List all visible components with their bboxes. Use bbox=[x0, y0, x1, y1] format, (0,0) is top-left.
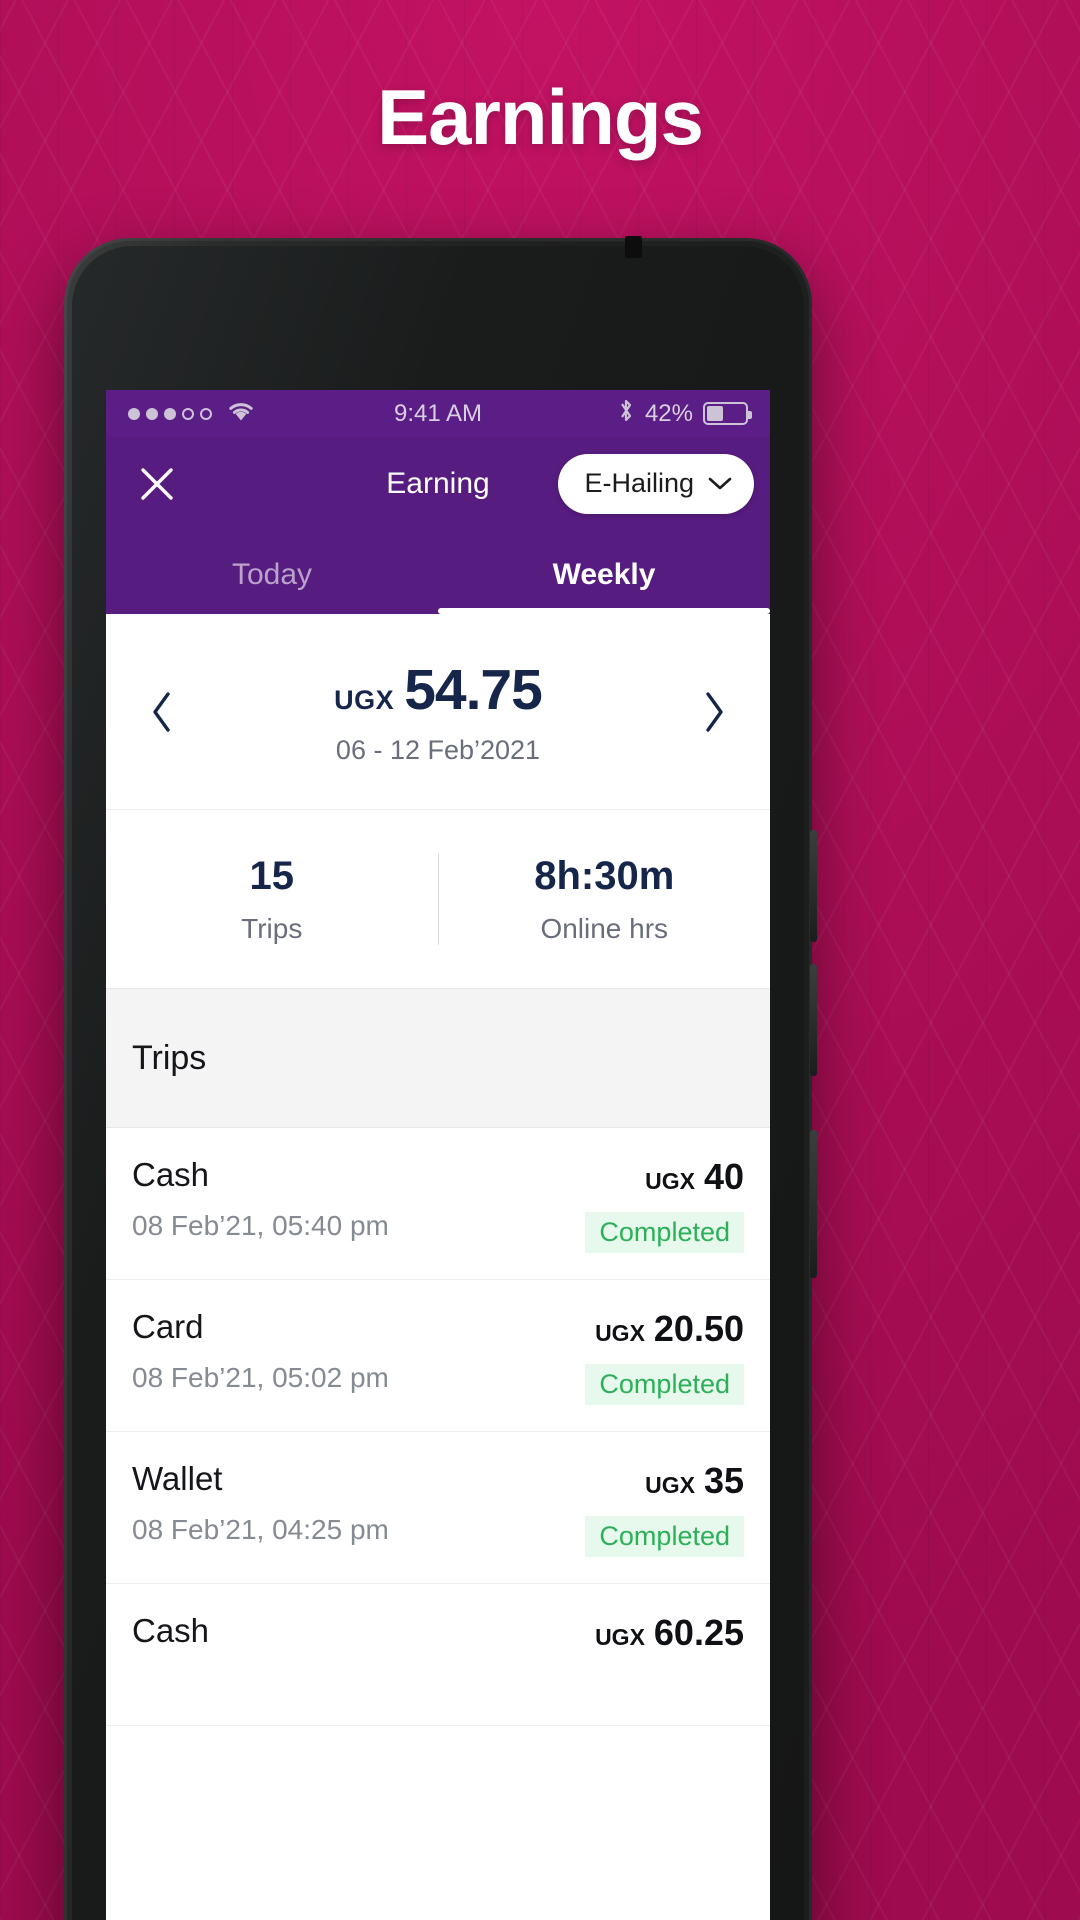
page-title: Earnings bbox=[377, 73, 704, 161]
trip-amount-line: UGX 20.50 bbox=[595, 1308, 744, 1350]
table-row[interactable]: Cash UGX 60.25 bbox=[106, 1584, 770, 1726]
trips-list: Cash 08 Feb’21, 05:40 pm UGX 40 Complete… bbox=[106, 1128, 770, 1726]
status-badge: Completed bbox=[585, 1516, 744, 1557]
trip-method: Card bbox=[132, 1308, 204, 1345]
tab-today-label: Today bbox=[231, 558, 313, 591]
trip-datetime: 08 Feb’21, 05:40 pm bbox=[132, 1210, 389, 1241]
trip-left: Card 08 Feb’21, 05:02 pm bbox=[132, 1308, 389, 1394]
earnings-summary: UGX 54.75 06 - 12 Feb’2021 bbox=[106, 614, 770, 810]
earnings-amount-line: UGX 54.75 bbox=[190, 657, 686, 723]
phone-device: 9:41 AM 42% Earning E-Hailing Today Week… bbox=[64, 236, 817, 1920]
status-bar: 9:41 AM 42% bbox=[106, 390, 770, 437]
earnings-date-range: 06 - 12 Feb’2021 bbox=[335, 735, 541, 765]
phone-screen: 9:41 AM 42% Earning E-Hailing Today Week… bbox=[106, 390, 770, 1920]
signal-dots-icon bbox=[128, 407, 212, 420]
table-row[interactable]: Wallet 08 Feb’21, 04:25 pm UGX 35 Comple… bbox=[106, 1432, 770, 1584]
earnings-amount: 54.75 bbox=[404, 658, 543, 722]
status-right-group: 42% bbox=[617, 397, 752, 430]
stat-trips: 15 Trips bbox=[106, 854, 438, 945]
tab-bar: Today Weekly bbox=[106, 530, 770, 614]
trip-currency: UGX bbox=[595, 1624, 645, 1650]
close-button[interactable] bbox=[130, 457, 184, 511]
trip-datetime: 08 Feb’21, 05:02 pm bbox=[132, 1362, 389, 1393]
tab-weekly-label: Weekly bbox=[552, 558, 656, 591]
stat-online-hours-value: 8h:30m bbox=[534, 853, 675, 898]
trip-amount-line: UGX 60.25 bbox=[595, 1612, 744, 1654]
stat-online-hours: 8h:30m Online hrs bbox=[439, 854, 771, 945]
app-bar: Earning E-Hailing bbox=[106, 437, 770, 530]
trip-amount: 40 bbox=[703, 1156, 744, 1197]
status-badge: Completed bbox=[585, 1364, 744, 1405]
previous-period-button[interactable] bbox=[134, 684, 190, 740]
trip-method: Wallet bbox=[132, 1460, 223, 1497]
trip-amount: 20.50 bbox=[653, 1308, 744, 1349]
wifi-icon bbox=[226, 399, 256, 428]
trip-currency: UGX bbox=[645, 1168, 695, 1194]
trip-method: Cash bbox=[132, 1156, 210, 1193]
trips-section-header: Trips bbox=[106, 988, 770, 1128]
service-selector-button[interactable]: E-Hailing bbox=[558, 453, 754, 514]
trip-amount-line: UGX 35 bbox=[645, 1460, 744, 1502]
trip-currency: UGX bbox=[645, 1472, 695, 1498]
stat-trips-label: Trips bbox=[241, 912, 303, 944]
trip-currency: UGX bbox=[595, 1320, 645, 1346]
trip-amount: 35 bbox=[703, 1460, 744, 1501]
stat-trips-value: 15 bbox=[249, 853, 295, 898]
volume-down-button[interactable] bbox=[810, 964, 817, 1076]
trip-amount: 60.25 bbox=[653, 1612, 744, 1653]
table-row[interactable]: Cash 08 Feb’21, 05:40 pm UGX 40 Complete… bbox=[106, 1128, 770, 1280]
trip-right: UGX 35 Completed bbox=[585, 1460, 744, 1557]
battery-percent-label: 42% bbox=[644, 399, 693, 427]
trip-method: Cash bbox=[132, 1612, 210, 1649]
trip-amount-line: UGX 40 bbox=[645, 1156, 744, 1198]
chevron-left-icon bbox=[153, 691, 170, 732]
tab-today[interactable]: Today bbox=[106, 530, 438, 614]
chevron-down-icon bbox=[708, 477, 732, 490]
earnings-center: UGX 54.75 06 - 12 Feb’2021 bbox=[190, 657, 686, 766]
tab-weekly[interactable]: Weekly bbox=[438, 530, 770, 614]
table-row[interactable]: Card 08 Feb’21, 05:02 pm UGX 20.50 Compl… bbox=[106, 1280, 770, 1432]
stat-online-hours-label: Online hrs bbox=[540, 912, 669, 944]
next-period-button[interactable] bbox=[686, 684, 742, 740]
trip-left: Wallet 08 Feb’21, 04:25 pm bbox=[132, 1460, 389, 1546]
trip-datetime: 08 Feb’21, 04:25 pm bbox=[132, 1514, 389, 1545]
stats-row: 15 Trips 8h:30m Online hrs bbox=[106, 810, 770, 988]
earnings-currency: UGX bbox=[334, 685, 395, 715]
close-icon bbox=[141, 467, 173, 500]
trip-right: UGX 60.25 bbox=[595, 1612, 744, 1654]
trip-right: UGX 40 Completed bbox=[585, 1156, 744, 1253]
status-badge: Completed bbox=[585, 1212, 744, 1253]
battery-icon bbox=[703, 402, 752, 425]
power-button[interactable] bbox=[810, 1130, 817, 1278]
trip-left: Cash bbox=[132, 1612, 209, 1650]
service-selector-label: E-Hailing bbox=[584, 468, 694, 498]
trips-section-title: Trips bbox=[132, 1038, 207, 1077]
tab-active-indicator bbox=[438, 608, 770, 614]
volume-up-button[interactable] bbox=[810, 830, 817, 942]
antenna-line bbox=[625, 236, 642, 258]
chevron-right-icon bbox=[706, 691, 723, 732]
trip-left: Cash 08 Feb’21, 05:40 pm bbox=[132, 1156, 389, 1242]
trip-right: UGX 20.50 Completed bbox=[585, 1308, 744, 1405]
battery-fill bbox=[707, 406, 723, 421]
bluetooth-icon bbox=[617, 397, 635, 430]
